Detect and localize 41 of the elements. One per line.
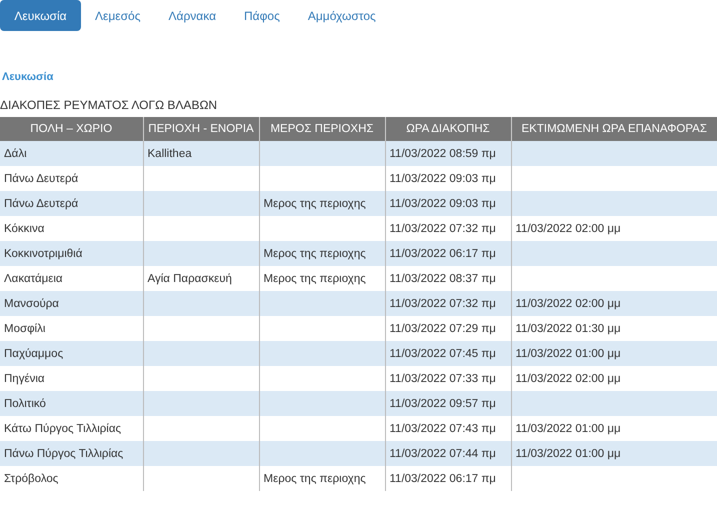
- city-tab[interactable]: Λευκωσία: [0, 0, 81, 31]
- table-cell: Παχύαμμος: [0, 341, 143, 366]
- table-cell: Πάνω Πύργος Τιλλιρίας: [0, 441, 143, 466]
- table-cell: Κόκκινα: [0, 216, 143, 241]
- table-cell: Μερος της περιοχης: [259, 191, 385, 216]
- table-cell: Δάλι: [0, 141, 143, 166]
- table-cell: Πολιτικό: [0, 391, 143, 416]
- column-header: ΩΡΑ ΔΙΑΚΟΠΗΣ: [385, 117, 511, 141]
- table-cell: Μοσφίλι: [0, 316, 143, 341]
- city-tab[interactable]: Αμμόχωστος: [294, 0, 390, 31]
- table-cell: 11/03/2022 08:59 πμ: [385, 141, 511, 166]
- table-cell: 11/03/2022 09:57 πμ: [385, 391, 511, 416]
- table-cell: Πάνω Δευτερά: [0, 191, 143, 216]
- table-cell: Kallithea: [143, 141, 259, 166]
- table-cell: Πάνω Δευτερά: [0, 166, 143, 191]
- table-cell: Λακατάμεια: [0, 266, 143, 291]
- column-header: ΜΕΡΟΣ ΠΕΡΙΟΧΗΣ: [259, 117, 385, 141]
- table-cell: Κοκκινοτριμιθιά: [0, 241, 143, 266]
- table-cell: 11/03/2022 07:32 πμ: [385, 291, 511, 316]
- table-cell: 11/03/2022 07:44 πμ: [385, 441, 511, 466]
- table-cell: 11/03/2022 02:00 μμ: [511, 291, 717, 316]
- table-cell: 11/03/2022 01:00 μμ: [511, 441, 717, 466]
- table-cell: 11/03/2022 01:00 μμ: [511, 341, 717, 366]
- table-cell: Μανσούρα: [0, 291, 143, 316]
- column-header: ΠΕΡΙΟΧΗ - ΕΝΟΡΙΑ: [143, 117, 259, 141]
- table-cell: Μερος της περιοχης: [259, 466, 385, 491]
- table-cell: Μερος της περιοχης: [259, 241, 385, 266]
- city-tab[interactable]: Λεμεσός: [81, 0, 154, 31]
- city-tab[interactable]: Λάρνακα: [154, 0, 230, 31]
- table-cell: 11/03/2022 07:45 πμ: [385, 341, 511, 366]
- table-cell: Κάτω Πύργος Τιλλιρίας: [0, 416, 143, 441]
- table-cell: Πηγένια: [0, 366, 143, 391]
- table-heading: ΔΙΑΚΟΠΕΣ ΡΕΥΜΑΤΟΣ ΛΟΓΩ ΒΛΑΒΩΝ: [0, 98, 218, 114]
- table-cell: Στρόβολος: [0, 466, 143, 491]
- table-cell: 11/03/2022 09:03 πμ: [385, 191, 511, 216]
- section-title: Λευκωσία: [2, 71, 54, 83]
- column-header: ΠΟΛΗ – ΧΩΡΙΟ: [0, 117, 143, 141]
- table-cell: 11/03/2022 06:17 πμ: [385, 466, 511, 491]
- city-tab[interactable]: Πάφος: [230, 0, 294, 31]
- table-cell: 11/03/2022 06:17 πμ: [385, 241, 511, 266]
- column-header: ΕΚΤΙΜΩΜΕΝΗ ΩΡΑ ΕΠΑΝΑΦΟΡΑΣ: [511, 117, 717, 141]
